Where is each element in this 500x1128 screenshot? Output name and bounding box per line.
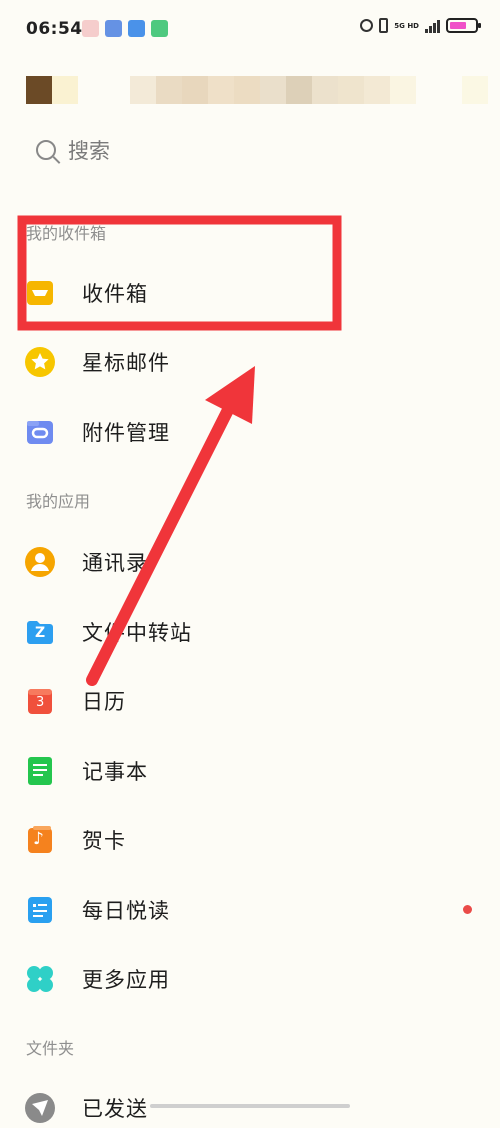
notification-icon [82, 20, 99, 37]
battery-icon [446, 18, 481, 33]
menu-item-greeting-card[interactable]: ♪ 贺卡 [24, 820, 474, 860]
status-time: 06:54 [26, 19, 83, 39]
menu-item-calendar[interactable]: 3 日历 [24, 681, 474, 721]
notification-icons [82, 20, 168, 37]
menu-item-notepad[interactable]: 记事本 [24, 751, 474, 791]
calendar-icon: 3 [24, 685, 56, 717]
folder-glyph: Z [35, 625, 46, 641]
network-label: 5G HD [394, 21, 419, 30]
inbox-tray-icon [24, 277, 56, 309]
reading-icon [24, 894, 56, 926]
sent-icon [24, 1092, 56, 1124]
menu-label: 通讯录 [82, 551, 148, 575]
menu-item-attachments[interactable]: 附件管理 [24, 412, 474, 452]
menu-label: 星标邮件 [82, 351, 170, 375]
menu-item-file-transfer[interactable]: Z 文件中转站 [24, 612, 474, 652]
menu-label: 记事本 [82, 760, 148, 784]
paperclip-icon [24, 416, 56, 448]
music-note-card-icon: ♪ [24, 824, 56, 856]
menu-label: 收件箱 [82, 282, 148, 306]
home-indicator[interactable] [150, 1104, 350, 1108]
menu-item-starred[interactable]: 星标邮件 [24, 342, 474, 382]
search-icon [36, 140, 56, 160]
folder-z-icon: Z [24, 616, 56, 648]
menu-label: 更多应用 [82, 968, 170, 992]
menu-item-contacts[interactable]: 通讯录 [24, 542, 474, 582]
menu-label: 附件管理 [82, 421, 170, 445]
search-bar[interactable]: 搜索 [36, 133, 236, 167]
section-title-apps: 我的应用 [26, 492, 91, 511]
unread-badge [463, 905, 472, 914]
system-status: 5G HD [360, 18, 481, 33]
calendar-glyph: 3 [36, 695, 45, 710]
more-apps-icon [24, 963, 56, 995]
vibrate-icon [379, 18, 389, 33]
menu-item-daily-reading[interactable]: 每日悦读 [24, 890, 474, 930]
notification-icon [128, 20, 145, 37]
menu-item-inbox[interactable]: 收件箱 [24, 273, 474, 313]
menu-item-more-apps[interactable]: 更多应用 [24, 959, 474, 999]
signal-icon [425, 19, 440, 33]
notepad-icon [24, 755, 56, 787]
contacts-icon [24, 546, 56, 578]
star-icon [24, 346, 56, 378]
avatar [26, 76, 52, 104]
account-row[interactable] [26, 76, 496, 104]
card-glyph: ♪ [33, 829, 44, 849]
notification-icon [151, 20, 168, 37]
menu-label: 已发送 [82, 1097, 148, 1121]
battery-level [450, 22, 466, 29]
menu-label: 文件中转站 [82, 621, 192, 645]
section-title-folders: 文件夹 [26, 1039, 75, 1058]
section-title-mailboxes: 我的收件箱 [26, 224, 107, 243]
alarm-icon [360, 19, 374, 32]
menu-label: 贺卡 [82, 829, 126, 853]
menu-label: 每日悦读 [82, 899, 170, 923]
menu-label: 日历 [82, 690, 126, 714]
notification-icon [105, 20, 122, 37]
status-bar: 06:54 5G HD [0, 0, 500, 58]
search-placeholder: 搜索 [68, 139, 110, 163]
menu-item-sent[interactable]: 已发送 [24, 1088, 474, 1128]
